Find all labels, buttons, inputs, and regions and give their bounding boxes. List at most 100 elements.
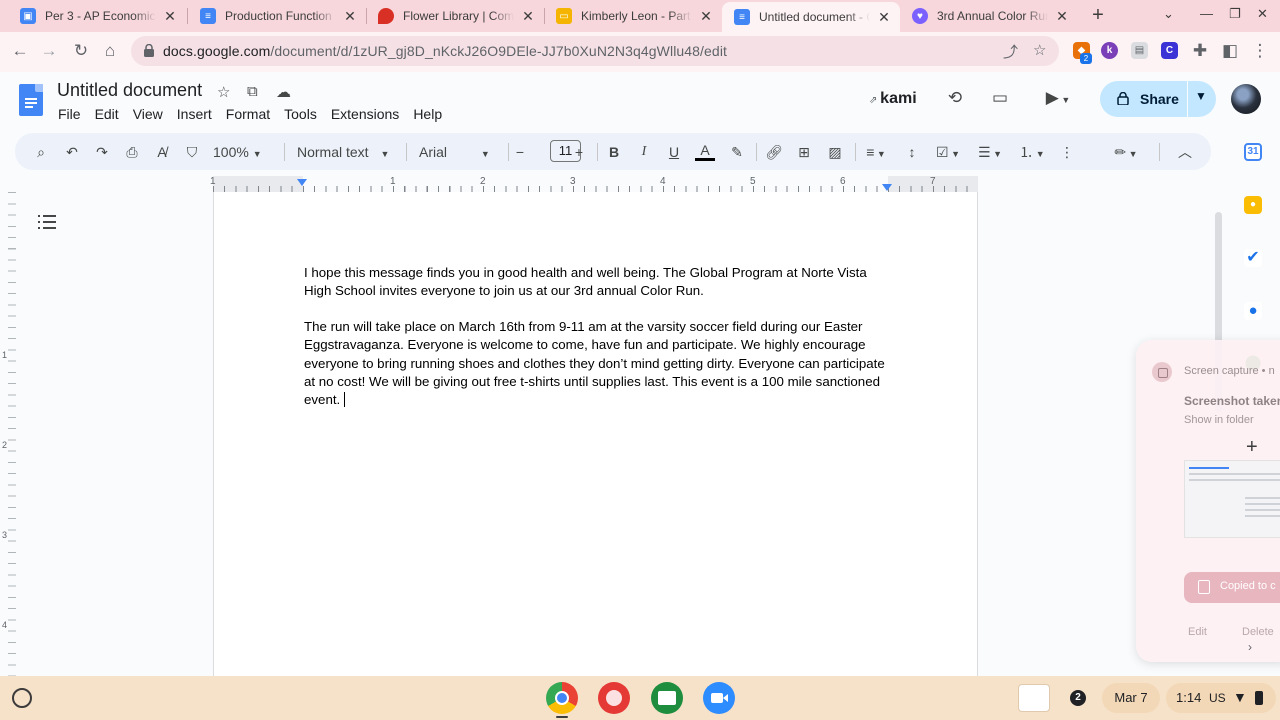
document-title[interactable]: Untitled document (57, 80, 202, 101)
chrome-icon[interactable] (546, 682, 578, 714)
text-color-button[interactable]: A (695, 142, 715, 161)
bold-button[interactable]: B (605, 142, 623, 162)
search-menus-icon[interactable]: ⌕ (31, 142, 51, 162)
star-icon[interactable]: ☆ (217, 83, 230, 101)
forward-icon[interactable]: → (38, 40, 60, 62)
notification-count[interactable]: 2 (1070, 690, 1086, 706)
decrease-font-size-icon[interactable]: − (512, 142, 528, 162)
version-history-icon[interactable]: ⟲ (944, 88, 966, 110)
tab-untitled-document[interactable]: ≡ Untitled document - Gc ✕ (722, 2, 900, 32)
launcher-button[interactable] (12, 688, 32, 708)
document-outline-icon[interactable] (38, 214, 56, 230)
add-comment-icon[interactable]: ⊞ (794, 142, 814, 162)
minimize-icon[interactable]: — (1200, 6, 1213, 21)
checklist-icon[interactable]: ☑ ▼ (932, 142, 964, 162)
menu-edit[interactable]: Edit (95, 106, 119, 122)
comments-icon[interactable]: ▭ (989, 88, 1011, 110)
close-icon[interactable]: ✕ (342, 8, 358, 25)
close-icon[interactable]: ✕ (162, 8, 178, 25)
kami-extension-icon[interactable]: k (1101, 42, 1118, 59)
left-indent-marker[interactable] (297, 179, 307, 186)
close-icon[interactable]: ✕ (876, 9, 892, 26)
editing-mode-icon[interactable]: ✏ ▼ (1109, 142, 1143, 162)
site-info-icon[interactable] (143, 44, 155, 57)
move-folder-icon[interactable]: ⧉ (247, 83, 258, 100)
avatar[interactable] (1231, 84, 1261, 114)
close-icon[interactable]: ✕ (698, 8, 714, 25)
highlight-color-icon[interactable]: ✎ (727, 142, 747, 162)
browser-menu-icon[interactable]: ⋮ (1249, 40, 1271, 62)
align-select[interactable]: ≡ ▼ (861, 142, 891, 162)
side-panel-icon[interactable]: ◧ (1219, 40, 1241, 62)
meet-icon[interactable]: ▶ ▼ (1040, 88, 1076, 110)
menu-view[interactable]: View (133, 106, 163, 122)
tasks-icon[interactable]: ✔ (1244, 249, 1262, 267)
spellcheck-icon[interactable]: A̸ (152, 142, 172, 162)
screenshot-notification[interactable]: Screen capture • n Screenshot taken Show… (1136, 340, 1280, 662)
tab-color-run[interactable]: ♥ 3rd Annual Color Run ✕ (900, 2, 1078, 30)
menu-tools[interactable]: Tools (284, 106, 317, 122)
insert-image-icon[interactable]: ▨ (825, 142, 845, 162)
cloud-saved-icon[interactable]: ☁ (276, 83, 291, 101)
tab-flower-library[interactable]: Flower Library | Comm ✕ (366, 2, 544, 30)
document-page[interactable]: I hope this message finds you in good he… (213, 192, 978, 676)
font-family-select[interactable]: Arial ▼ (419, 142, 497, 162)
more-options-icon[interactable]: ⋮ (1057, 142, 1077, 162)
insert-link-icon[interactable]: 🔗︎ (764, 142, 784, 162)
menu-help[interactable]: Help (413, 106, 442, 122)
back-icon[interactable]: ← (9, 40, 31, 62)
close-icon[interactable]: ✕ (520, 8, 536, 25)
keep-icon[interactable]: ● (1244, 196, 1262, 214)
line-spacing-icon[interactable]: ↕ (902, 142, 922, 162)
horizontal-ruler[interactable]: 1 1 2 3 4 5 6 7 (210, 176, 978, 192)
tab-production-function[interactable]: ≡ Production Function G ✕ (188, 2, 366, 30)
calendar-icon[interactable]: 31 (1244, 143, 1262, 161)
bookmark-star-icon[interactable]: ☆ (1033, 41, 1046, 59)
contacts-icon[interactable]: ● (1244, 302, 1262, 320)
edit-button[interactable]: Edit (1188, 626, 1207, 638)
italic-button[interactable]: I (635, 142, 653, 162)
zoom-select[interactable]: 100% ▼ (213, 142, 275, 162)
restore-icon[interactable]: ❐ (1229, 6, 1241, 22)
close-window-icon[interactable]: ✕ (1257, 6, 1268, 22)
delete-button[interactable]: Delete (1242, 626, 1274, 638)
home-icon[interactable]: ⌂ (99, 40, 121, 62)
canvas-paint-icon[interactable] (598, 682, 630, 714)
date-tray[interactable]: Mar 7 (1102, 683, 1160, 713)
classroom-icon[interactable] (651, 682, 683, 714)
underline-button[interactable]: U (665, 142, 683, 162)
screenshot-thumbnail[interactable] (1184, 460, 1280, 538)
tab-ap-economics[interactable]: ▣ Per 3 - AP Economics ✕ (8, 2, 186, 30)
share-icon[interactable]: ⤴ (1003, 41, 1018, 62)
paint-format-icon[interactable]: ⛉ (182, 142, 202, 162)
close-icon[interactable]: ✕ (1054, 8, 1070, 25)
right-indent-marker[interactable] (882, 184, 892, 191)
numbered-list-icon[interactable]: ⒈ ▼ (1015, 142, 1049, 162)
share-dropdown-icon[interactable]: ▼ (1195, 89, 1207, 103)
menu-file[interactable]: File (58, 106, 81, 122)
docs-logo-icon[interactable] (19, 84, 43, 116)
collapse-menus-icon[interactable]: ︿ (1175, 142, 1195, 162)
c-extension-icon[interactable]: C (1161, 42, 1178, 59)
undo-icon[interactable]: ↶ (62, 142, 82, 162)
zoom-icon[interactable] (703, 682, 735, 714)
address-bar[interactable]: docs.google.com/document/d/1zUR_gj8D_nKc… (131, 36, 1059, 66)
tab-kimberly-leon[interactable]: ▭ Kimberly Leon - Part 2 ✕ (544, 2, 722, 30)
tab-search-icon[interactable]: ⌄ (1163, 6, 1174, 22)
redo-icon[interactable]: ↷ (92, 142, 112, 162)
tote-icon[interactable] (1018, 684, 1050, 712)
extensions-puzzle-icon[interactable]: ✚ (1189, 40, 1211, 62)
print-icon[interactable]: ⎙ (122, 142, 142, 162)
paragraph-details[interactable]: The run will take place on March 16th fr… (304, 318, 894, 409)
reader-extension-icon[interactable]: ▤ (1131, 42, 1148, 59)
paragraph-style-select[interactable]: Normal text ▼ (297, 142, 395, 162)
reload-icon[interactable]: ↻ (70, 40, 92, 62)
show-in-folder-link[interactable]: Show in folder (1184, 414, 1254, 426)
chevron-right-icon[interactable]: › (1248, 640, 1252, 654)
menu-insert[interactable]: Insert (177, 106, 212, 122)
kami-button[interactable]: ⇗ kami (869, 90, 917, 108)
status-tray[interactable]: 1:14 US ▼ (1166, 683, 1276, 713)
share-button[interactable]: Share ▼ (1100, 81, 1216, 117)
new-tab-button[interactable]: + (1086, 4, 1110, 28)
increase-font-size-icon[interactable]: + (571, 142, 587, 162)
